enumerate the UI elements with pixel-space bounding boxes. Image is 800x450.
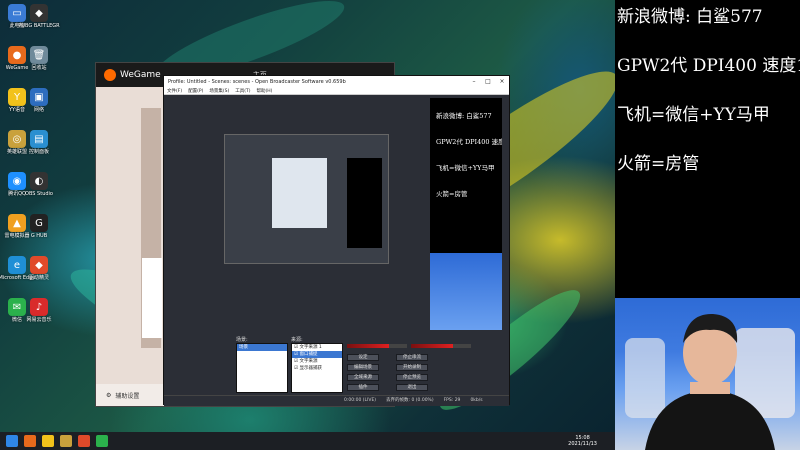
scene-item[interactable]: 场景 [237, 344, 287, 351]
plugins-button[interactable]: 插件 [347, 384, 379, 391]
desktop-icon[interactable]: ◐ OBS Studio [24, 172, 54, 197]
desktop-icon[interactable]: ◆ PUBG BATTLEGR [18, 4, 60, 29]
minimize-icon[interactable]: – [467, 78, 481, 85]
wechat-taskbar-icon[interactable] [96, 435, 108, 447]
obs-preview[interactable]: 新浪微博: 白鲨577 GPW2代 DPI400 速度18 飞机=微信+YY马甲火箭… [172, 98, 502, 330]
sources-label: 来源: [291, 337, 303, 343]
overlay-line-weibo: 新浪微博: 白鲨577 [617, 7, 763, 27]
obs-window[interactable]: Profile: Untitled - Scenes: scenes - Ope… [163, 75, 510, 406]
preview-webcam [430, 253, 502, 330]
wegame-brand: WeGame [120, 70, 161, 80]
taskbar-clock[interactable]: 15:08 2021/11/13 [568, 435, 597, 447]
desktop-app-icon: ◐ [30, 172, 48, 190]
stream-frame: ▭ 此电脑 ◆ PUBG BATTLEGR ● WeGame 🗑 回收站 Y YY语音 ▣ 网络 ◎ 英雄… [0, 0, 800, 450]
desktop-app-icon: ◆ [30, 4, 48, 22]
status-time: 0:00:00 (LIVE) [344, 397, 377, 403]
obs-titlebar[interactable]: Profile: Untitled - Scenes: scenes - Ope… [164, 76, 509, 87]
obs-menu-item[interactable]: 配置(P) [188, 88, 203, 94]
desktop-icon[interactable]: ▤ 控制面板 [24, 130, 54, 155]
wegame-taskbar-icon[interactable] [24, 435, 36, 447]
obs-statusbar: 0:00:00 (LIVE) 丢弃的帧数: 0 (0.00%) FPS: 29 … [164, 395, 509, 404]
source-item[interactable]: ☑ 文字来源 1 [292, 344, 342, 351]
obs-menubar: 文件(F) 配置(P) 场景集(S) 工具(T) 帮助(H) [164, 87, 509, 95]
scenes-list[interactable]: 场景 [236, 343, 288, 393]
webcam-streamer-image [625, 313, 795, 450]
preview-nested-window [272, 158, 327, 228]
preview-overlay-line: 飞机=微信+YY马甲 [436, 164, 495, 172]
desktop-icon-label: G HUB [30, 233, 48, 239]
source-item[interactable]: ☑ 显示器捕获 [292, 365, 342, 372]
exit-button[interactable]: 退出 [396, 384, 428, 391]
desktop-icon-label: 控制面板 [28, 149, 49, 155]
start-record-button[interactable]: 开始录制 [396, 364, 428, 371]
stream-overlay-text: 新浪微博: 白鲨577 GPW2代 DPI400 速度18 飞机=微信+YY马甲… [615, 0, 800, 298]
overlay-line-mouse: GPW2代 DPI400 速度18 [617, 56, 800, 76]
desktop-icon[interactable]: 🗑 回收站 [24, 46, 54, 71]
settings-icon: ⚙ [106, 391, 112, 399]
desktop: ▭ 此电脑 ◆ PUBG BATTLEGR ● WeGame 🗑 回收站 Y YY语音 ▣ 网络 ◎ 英雄… [0, 0, 615, 432]
desktop-app-icon: ♪ [30, 298, 48, 316]
obs-menu-item[interactable]: 文件(F) [167, 88, 182, 94]
preview-overlay-lines: 新浪微博: 白鲨577 GPW2代 DPI400 速度18 飞机=微信+YY马甲火箭… [436, 103, 502, 198]
desktop-app-icon: ▣ [30, 88, 48, 106]
desktop-audio-meter[interactable] [347, 344, 407, 348]
status-dropped: 丢弃的帧数: 0 (0.00%) [386, 398, 434, 403]
desktop-app-icon: ◆ [30, 256, 48, 274]
settings-button[interactable]: 设定 [347, 354, 379, 361]
desktop-icon-label: PUBG BATTLEGR [18, 23, 60, 29]
desktop-icon-label: YY语音 [8, 107, 26, 113]
desktop-icon[interactable]: ▣ 网络 [24, 88, 54, 113]
folder-taskbar-icon[interactable] [42, 435, 54, 447]
desktop-icon-label: 回收站 [31, 65, 47, 71]
desktop-icon-label: 微信 [11, 317, 22, 323]
preview-nested-overlay [347, 158, 382, 248]
desktop-icon[interactable]: ◆ 驱动精灵 [24, 256, 54, 281]
preview-overlay-line: GPW2代 DPI400 速度18 [436, 138, 502, 146]
maximize-icon[interactable]: □ [481, 78, 495, 85]
status-bitrate: 0kb/s [470, 397, 483, 403]
desktop-app-icon: 🗑 [30, 46, 48, 64]
global-sources-button[interactable]: 全域来源 [347, 374, 379, 381]
status-fps: FPS: 29 [443, 397, 461, 403]
obs-menu-item[interactable]: 工具(T) [235, 88, 250, 94]
league-taskbar-icon[interactable] [60, 435, 72, 447]
scenes-label: 场景: [236, 337, 248, 343]
webcam-feed [615, 298, 800, 450]
taskbar: 15:08 2021/11/13 [0, 432, 615, 450]
desktop-icon[interactable]: ♪ 网易云音乐 [24, 298, 54, 323]
obs-title: Profile: Untitled - Scenes: scenes - Ope… [168, 78, 346, 85]
start-icon[interactable] [6, 435, 18, 447]
desktop-icon-label: 驱动精灵 [28, 275, 49, 281]
sources-list[interactable]: ☑ 文字来源 1 ☑ 窗口捕捉 ☑ 文字来源 ☑ 显示器捕获 [291, 343, 343, 393]
preview-overlay-line: 新浪微博: 白鲨577 [436, 112, 492, 120]
source-item[interactable]: ☑ 窗口捕捉 [292, 351, 342, 358]
clock-date: 2021/11/13 [568, 441, 597, 447]
obs-menu-item[interactable]: 帮助(H) [256, 88, 272, 94]
desktop-icon-label: 网络 [33, 107, 44, 113]
edit-scene-button[interactable]: 编辑场景 [347, 364, 379, 371]
source-item[interactable]: ☑ 文字来源 [292, 358, 342, 365]
desktop-icon[interactable]: GG HUB [24, 214, 54, 239]
desktop-app-icon: ▤ [30, 130, 48, 148]
wegame-footer-label[interactable]: 辅助设置 [115, 391, 139, 400]
preview-overlay-line: 火箭=房管 [436, 190, 468, 198]
obs-menu-item[interactable]: 场景集(S) [209, 88, 229, 94]
start-stream-button[interactable]: 停止串流 [396, 354, 428, 361]
overlay-line-plane: 飞机=微信+YY马甲 [617, 105, 770, 125]
overlay-line-rocket: 火箭=房管 [617, 154, 700, 174]
wegame-logo-icon [104, 69, 116, 81]
mic-audio-meter[interactable] [411, 344, 471, 348]
app-taskbar-icon[interactable] [78, 435, 90, 447]
wegame-card[interactable] [142, 258, 162, 338]
desktop-icon-label: 网易云音乐 [26, 317, 52, 323]
close-icon[interactable]: × [495, 78, 509, 85]
desktop-app-icon: G [30, 214, 48, 232]
preview-stream-button[interactable]: 停止预览 [396, 374, 428, 381]
desktop-icon-label: OBS Studio [25, 191, 53, 197]
